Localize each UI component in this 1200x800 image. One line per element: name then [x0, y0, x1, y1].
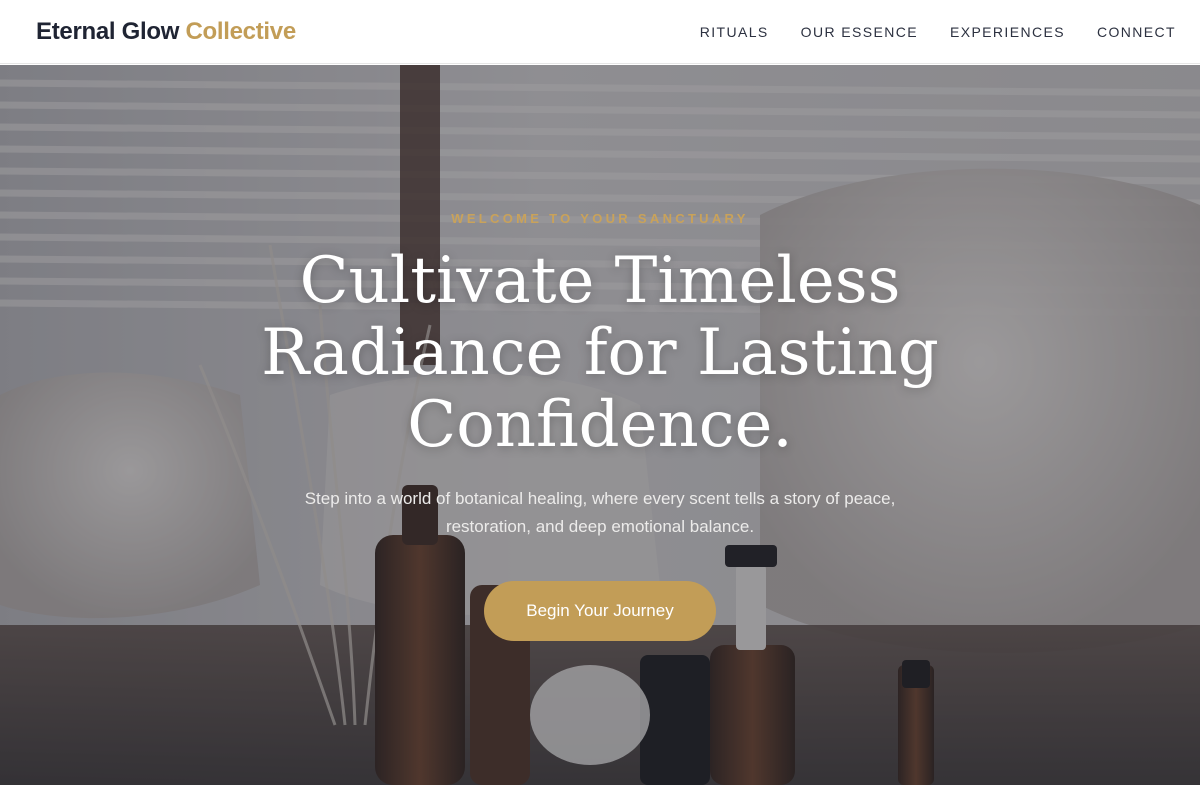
nav-item-our-essence[interactable]: OUR ESSENCE	[801, 24, 918, 40]
main-nav: RITUALS OUR ESSENCE EXPERIENCES CONNECT	[700, 24, 1176, 40]
hero-subtext: Step into a world of botanical healing, …	[304, 489, 896, 536]
brand-logo[interactable]: Eternal Glow Collective	[36, 18, 296, 46]
nav-item-rituals[interactable]: RITUALS	[700, 24, 769, 40]
nav-item-connect[interactable]: CONNECT	[1097, 24, 1176, 40]
top-navbar: Eternal Glow Collective RITUALS OUR ESSE…	[0, 0, 1200, 64]
hero-section: WELCOME TO YOUR SANCTUARY Cultivate Time…	[0, 65, 1200, 785]
brand-name-accent: Collective	[185, 17, 296, 45]
nav-item-experiences[interactable]: EXPERIENCES	[950, 24, 1065, 40]
hero-headline: Cultivate Timeless Radiance for Lasting …	[261, 244, 939, 462]
page-bottom-strip	[0, 785, 1200, 800]
brand-name-primary: Eternal Glow	[36, 17, 180, 45]
hero-eyebrow: WELCOME TO YOUR SANCTUARY	[451, 211, 749, 226]
begin-journey-button[interactable]: Begin Your Journey	[484, 581, 716, 641]
hero-content: WELCOME TO YOUR SANCTUARY Cultivate Time…	[0, 65, 1200, 785]
